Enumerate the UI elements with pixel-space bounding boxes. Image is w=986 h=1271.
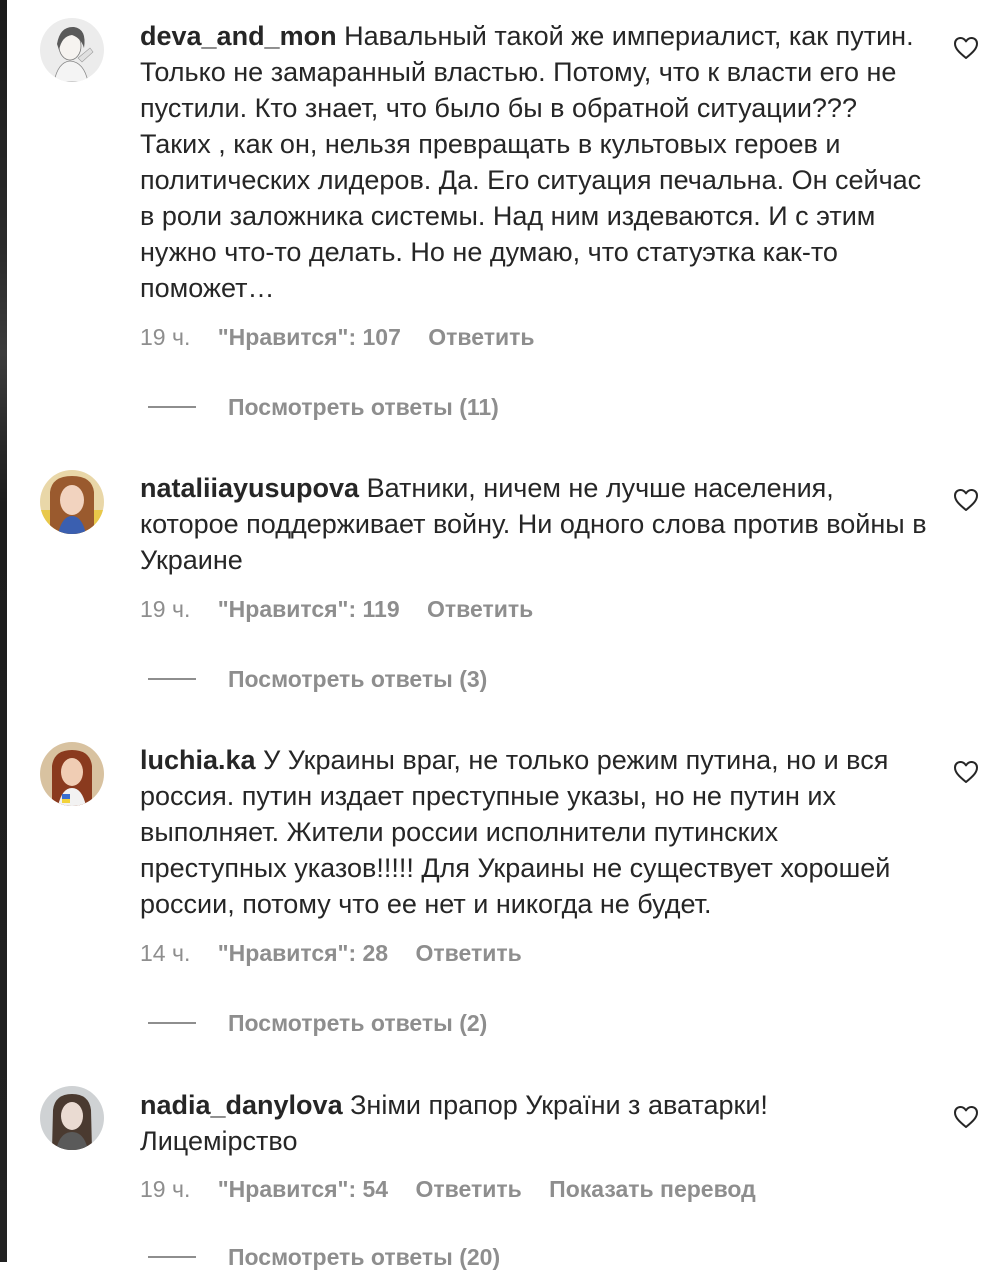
comment-text: luchia.ka У Украины враг, не только режи…: [140, 742, 930, 922]
reply-button[interactable]: Ответить: [428, 324, 534, 350]
comment-time: 19 ч.: [140, 1176, 191, 1202]
view-replies-label: Посмотреть ответы (2): [228, 1010, 488, 1036]
comment-meta: 14 ч. "Нравится": 28 Ответить: [140, 939, 543, 967]
avatar[interactable]: [40, 1086, 104, 1150]
show-translation-button[interactable]: Показать перевод: [549, 1176, 756, 1202]
view-replies-button[interactable]: Посмотреть ответы (2): [148, 1009, 487, 1037]
comment-likes-count[interactable]: "Нравится": 119: [218, 596, 400, 622]
comment-body: Навальный такой же империалист, как пути…: [140, 21, 922, 303]
view-replies-label: Посмотреть ответы (3): [228, 666, 488, 692]
comment-meta: 19 ч. "Нравится": 54 Ответить Показать п…: [140, 1175, 777, 1203]
replies-divider-line: [148, 677, 196, 680]
comment-likes-count[interactable]: "Нравится": 28: [218, 940, 388, 966]
avatar[interactable]: [40, 18, 104, 82]
view-replies-label: Посмотреть ответы (11): [228, 394, 499, 420]
view-replies-button[interactable]: Посмотреть ответы (3): [148, 665, 487, 693]
view-replies-button[interactable]: Посмотреть ответы (20): [148, 1243, 500, 1271]
comment-text: nadia_danylova Зніми прапор України з ав…: [140, 1087, 930, 1159]
comment-time: 19 ч.: [140, 596, 191, 622]
replies-divider-line: [148, 1255, 196, 1258]
reply-button[interactable]: Ответить: [415, 1176, 521, 1202]
avatar[interactable]: [40, 742, 104, 806]
reply-button[interactable]: Ответить: [427, 596, 533, 622]
comment-meta: 19 ч. "Нравится": 119 Ответить: [140, 595, 554, 623]
comment-likes-count[interactable]: "Нравится": 107: [218, 324, 401, 350]
comment-meta: 19 ч. "Нравится": 107 Ответить: [140, 323, 556, 351]
heart-outline-icon[interactable]: [953, 760, 979, 784]
heart-outline-icon[interactable]: [953, 1105, 979, 1129]
comment-text: nataliiayusupova Ватники, ничем не лучше…: [140, 470, 930, 578]
replies-divider-line: [148, 405, 196, 408]
comment-text: deva_and_mon Навальный такой же империал…: [140, 18, 930, 306]
heart-outline-icon[interactable]: [953, 36, 979, 60]
comment-username[interactable]: nataliiayusupova: [140, 473, 359, 503]
reply-button[interactable]: Ответить: [415, 940, 521, 966]
comment-time: 19 ч.: [140, 324, 191, 350]
view-replies-button[interactable]: Посмотреть ответы (11): [148, 393, 499, 421]
left-edge-strip: [0, 0, 7, 1262]
comment-time: 14 ч.: [140, 940, 191, 966]
view-replies-label: Посмотреть ответы (20): [228, 1244, 501, 1270]
avatar[interactable]: [40, 470, 104, 534]
heart-outline-icon[interactable]: [953, 488, 979, 512]
comment-likes-count[interactable]: "Нравится": 54: [218, 1176, 388, 1202]
comment-username[interactable]: luchia.ka: [140, 745, 256, 775]
comment-username[interactable]: deva_and_mon: [140, 21, 337, 51]
comment-username[interactable]: nadia_danylova: [140, 1090, 343, 1120]
replies-divider-line: [148, 1021, 196, 1024]
